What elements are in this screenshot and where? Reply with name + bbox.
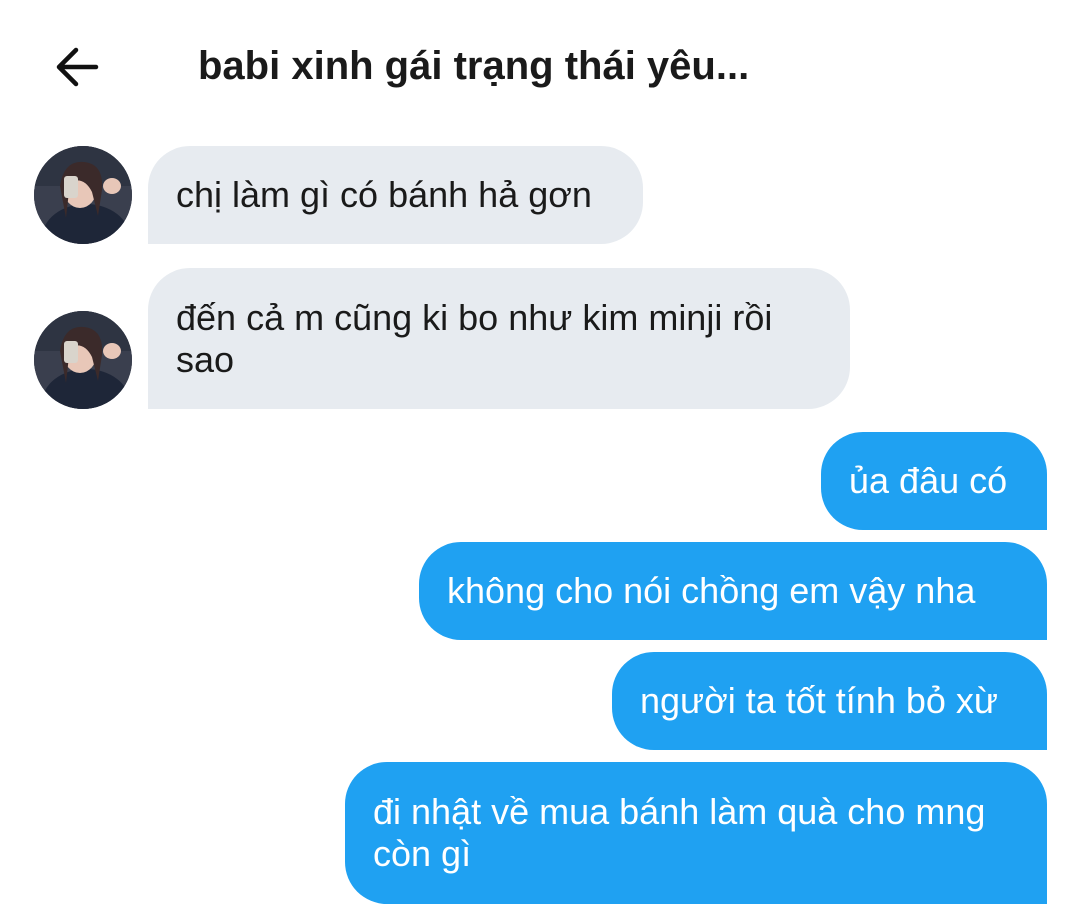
message-text: chị làm gì có bánh hả gơn [176,174,592,215]
message-text: đến cả m cũng ki bo như kim minji rồi sa… [176,297,773,380]
message-bubble-outgoing[interactable]: ủa đâu có [821,432,1047,530]
avatar-photo-icon [34,311,132,409]
back-button[interactable] [46,36,108,98]
message-text: ủa đâu có [849,460,1008,501]
message-bubble-incoming[interactable]: đến cả m cũng ki bo như kim minji rồi sa… [148,268,850,409]
message-text: không cho nói chồng em vậy nha [447,570,976,611]
avatar-photo-icon [34,146,132,244]
avatar[interactable] [34,311,132,409]
message-bubble-incoming[interactable]: chị làm gì có bánh hả gơn [148,146,643,244]
back-arrow-icon [56,47,99,87]
message-bubble-outgoing[interactable]: người ta tốt tính bỏ xừ [612,652,1047,750]
message-bubble-outgoing[interactable]: đi nhật về mua bánh làm quà cho mng còn … [345,762,1047,904]
message-bubble-outgoing[interactable]: không cho nói chồng em vậy nha [419,542,1047,640]
chat-screen: babi xinh gái trạng thái yêu... chị làm … [0,0,1080,912]
chat-header: babi xinh gái trạng thái yêu... [0,0,1080,132]
avatar[interactable] [34,146,132,244]
message-text: người ta tốt tính bỏ xừ [640,680,998,721]
conversation-title: babi xinh gái trạng thái yêu... [198,44,750,88]
message-text: đi nhật về mua bánh làm quà cho mng còn … [373,791,986,874]
